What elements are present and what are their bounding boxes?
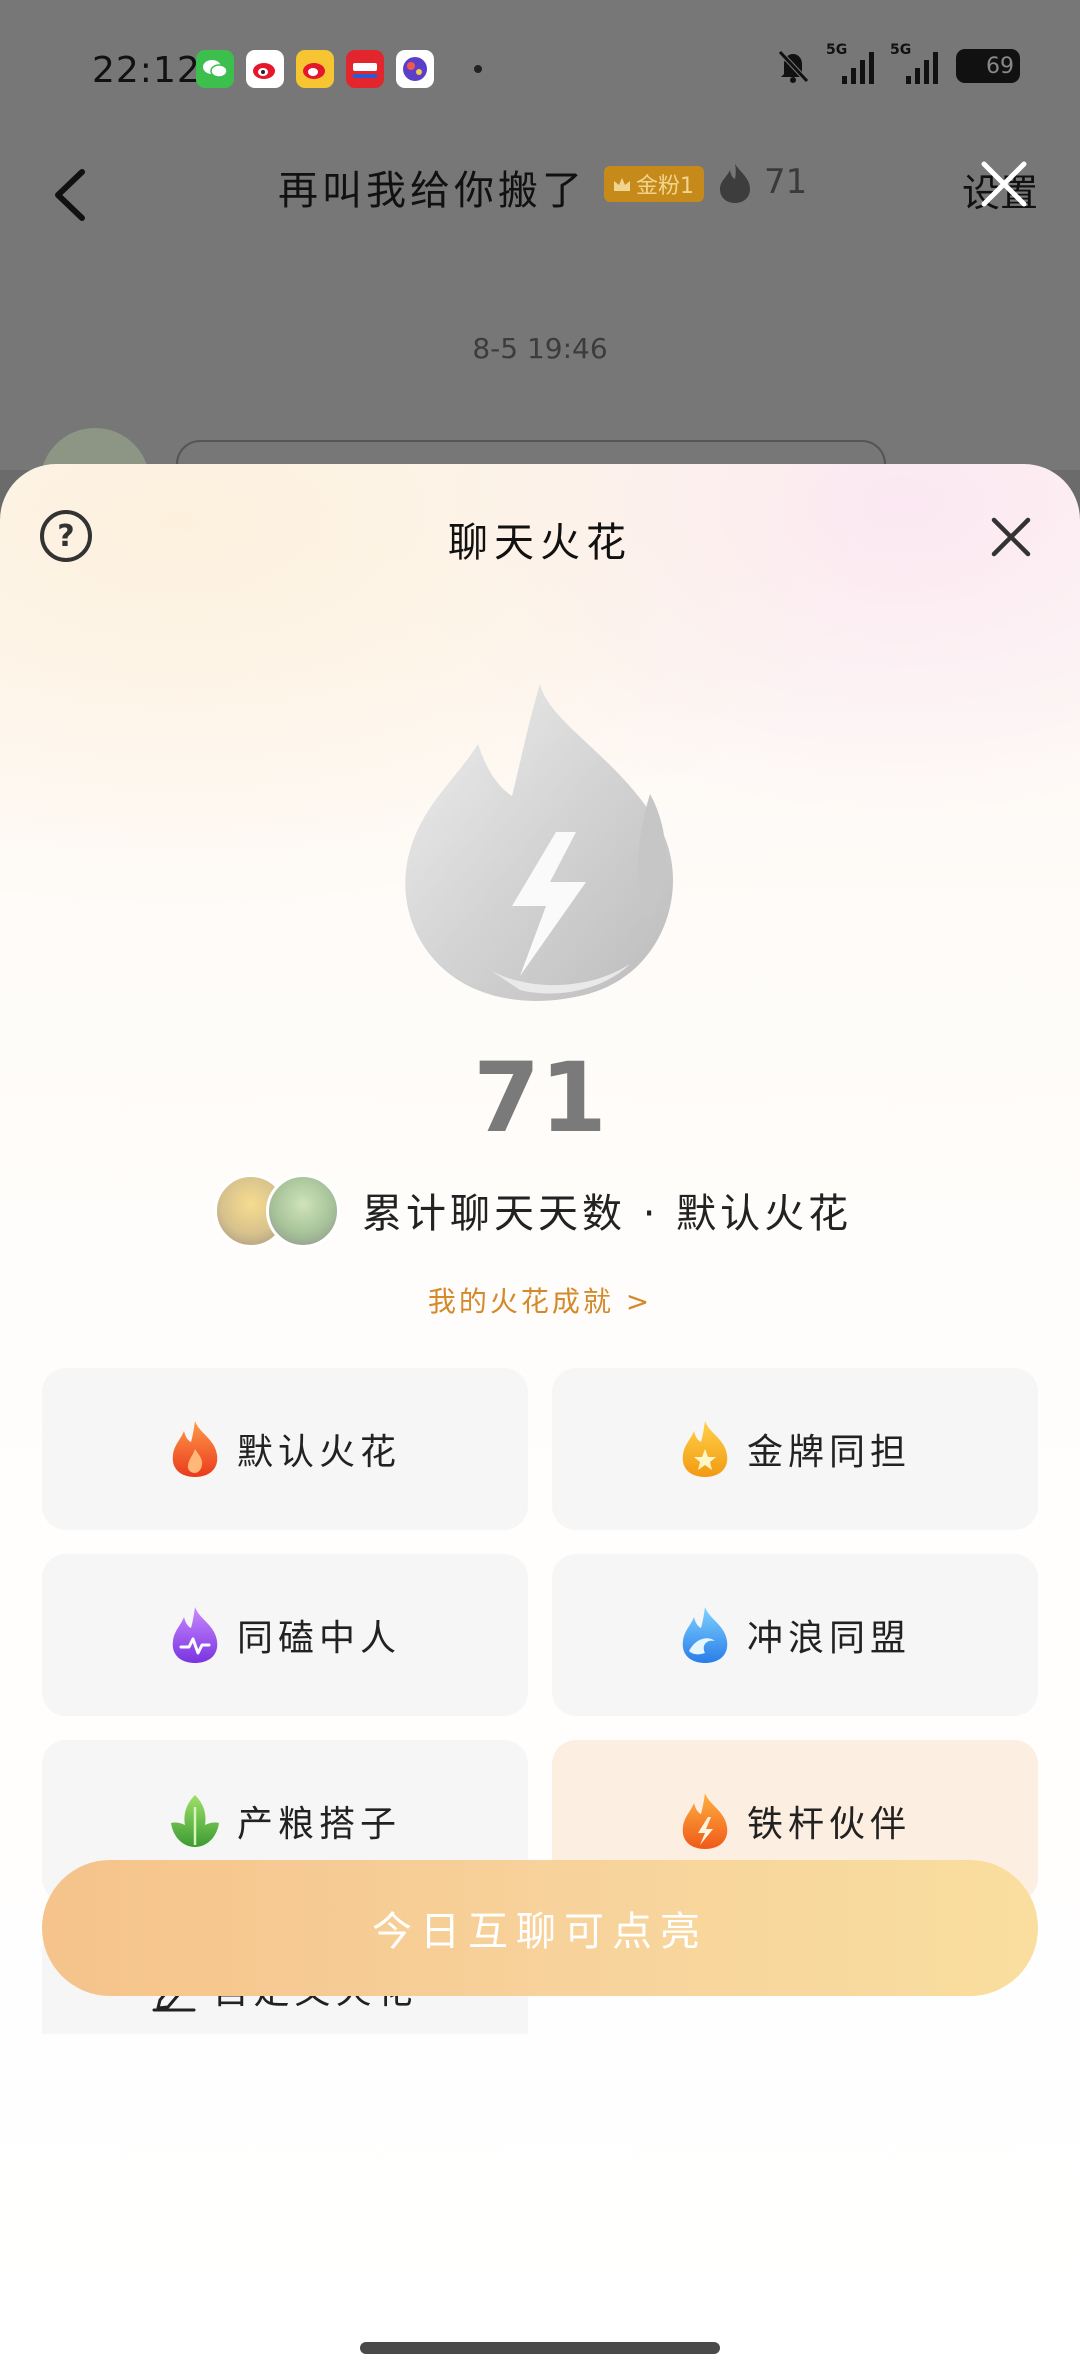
flame-wave-blue-icon	[682, 1607, 728, 1663]
friend-avatar	[266, 1174, 340, 1248]
flame-bolt-orange-icon	[682, 1793, 728, 1849]
chat-spark-sheet: ? 聊天火花 71 累计聊天天数 · 默认火花 我的火花成就 > 默认火花 金牌…	[0, 464, 1080, 2373]
spark-option-label: 同磕中人	[236, 1618, 401, 1659]
sheet-close-icon[interactable]	[988, 514, 1034, 560]
spark-option-default[interactable]: 默认火花	[42, 1368, 528, 1530]
crown-icon	[614, 178, 630, 191]
fan-badge: 金粉1	[604, 166, 704, 202]
avatar-pair	[214, 1170, 340, 1250]
spark-option-label: 产粮搭子	[236, 1804, 401, 1845]
big-spark-flame-icon	[405, 684, 673, 1001]
flame-orange-icon	[172, 1421, 218, 1477]
background-chat: 22:12 5G 5G 69 再叫我给你搬了 金粉1 71 设置 8-5 19:…	[0, 0, 1080, 538]
close-icon[interactable]	[974, 154, 1034, 214]
chat-header: 再叫我给你搬了 金粉1 71 设置	[0, 140, 1080, 250]
spark-day-count: 71	[473, 1042, 607, 1154]
spark-option-fandom[interactable]: 同磕中人	[42, 1554, 528, 1716]
spark-subtitle-row: 累计聊天天数 · 默认火花	[214, 1170, 852, 1250]
fan-badge-label: 金粉1	[636, 174, 694, 199]
system-icons: 5G 5G 69	[776, 42, 1020, 84]
spark-option-label: 铁杆伙伴	[746, 1804, 911, 1845]
spark-subtitle: 累计聊天天数 · 默认火花	[362, 1191, 853, 1237]
spark-flame-icon	[720, 164, 750, 203]
chat-timestamp: 8-5 19:46	[472, 332, 608, 365]
home-indicator[interactable]	[360, 2342, 720, 2354]
achievements-link[interactable]: 我的火花成就 >	[0, 1280, 1080, 1320]
spark-option-label: 冲浪同盟	[746, 1618, 911, 1659]
mute-bell-icon	[778, 50, 809, 83]
back-arrow-icon[interactable]	[40, 160, 110, 230]
signal-5g-secondary-icon: 5G	[890, 42, 938, 84]
signal-5g-icon: 5G	[826, 42, 874, 84]
spark-option-gold[interactable]: 金牌同担	[552, 1368, 1038, 1530]
redbook-icon	[346, 50, 384, 88]
status-time: 22:12	[92, 50, 201, 91]
spark-count: 71	[764, 162, 808, 202]
light-up-button-label: 今日互聊可点亮	[372, 1909, 708, 1955]
flame-purple-icon	[172, 1607, 218, 1663]
leaf-green-icon	[170, 1795, 219, 1847]
more-notifications-icon	[474, 65, 482, 73]
sheet-title: 聊天火花	[448, 520, 632, 566]
spark-option-label: 金牌同担	[746, 1432, 911, 1473]
chat-title: 再叫我给你搬了	[278, 168, 586, 214]
light-up-button[interactable]: 今日互聊可点亮	[42, 1860, 1038, 1996]
weibo-icon	[246, 50, 284, 88]
battery-indicator: 69	[956, 49, 1020, 83]
game-app-icon	[396, 50, 434, 88]
spark-option-label: 默认火花	[236, 1432, 401, 1473]
weibo-lite-icon	[296, 50, 334, 88]
spark-option-surf[interactable]: 冲浪同盟	[552, 1554, 1038, 1716]
notification-icons	[196, 50, 482, 88]
wechat-icon	[196, 50, 234, 88]
flame-gold-star-icon	[682, 1421, 728, 1477]
status-bar: 22:12 5G 5G 69	[0, 0, 1080, 140]
